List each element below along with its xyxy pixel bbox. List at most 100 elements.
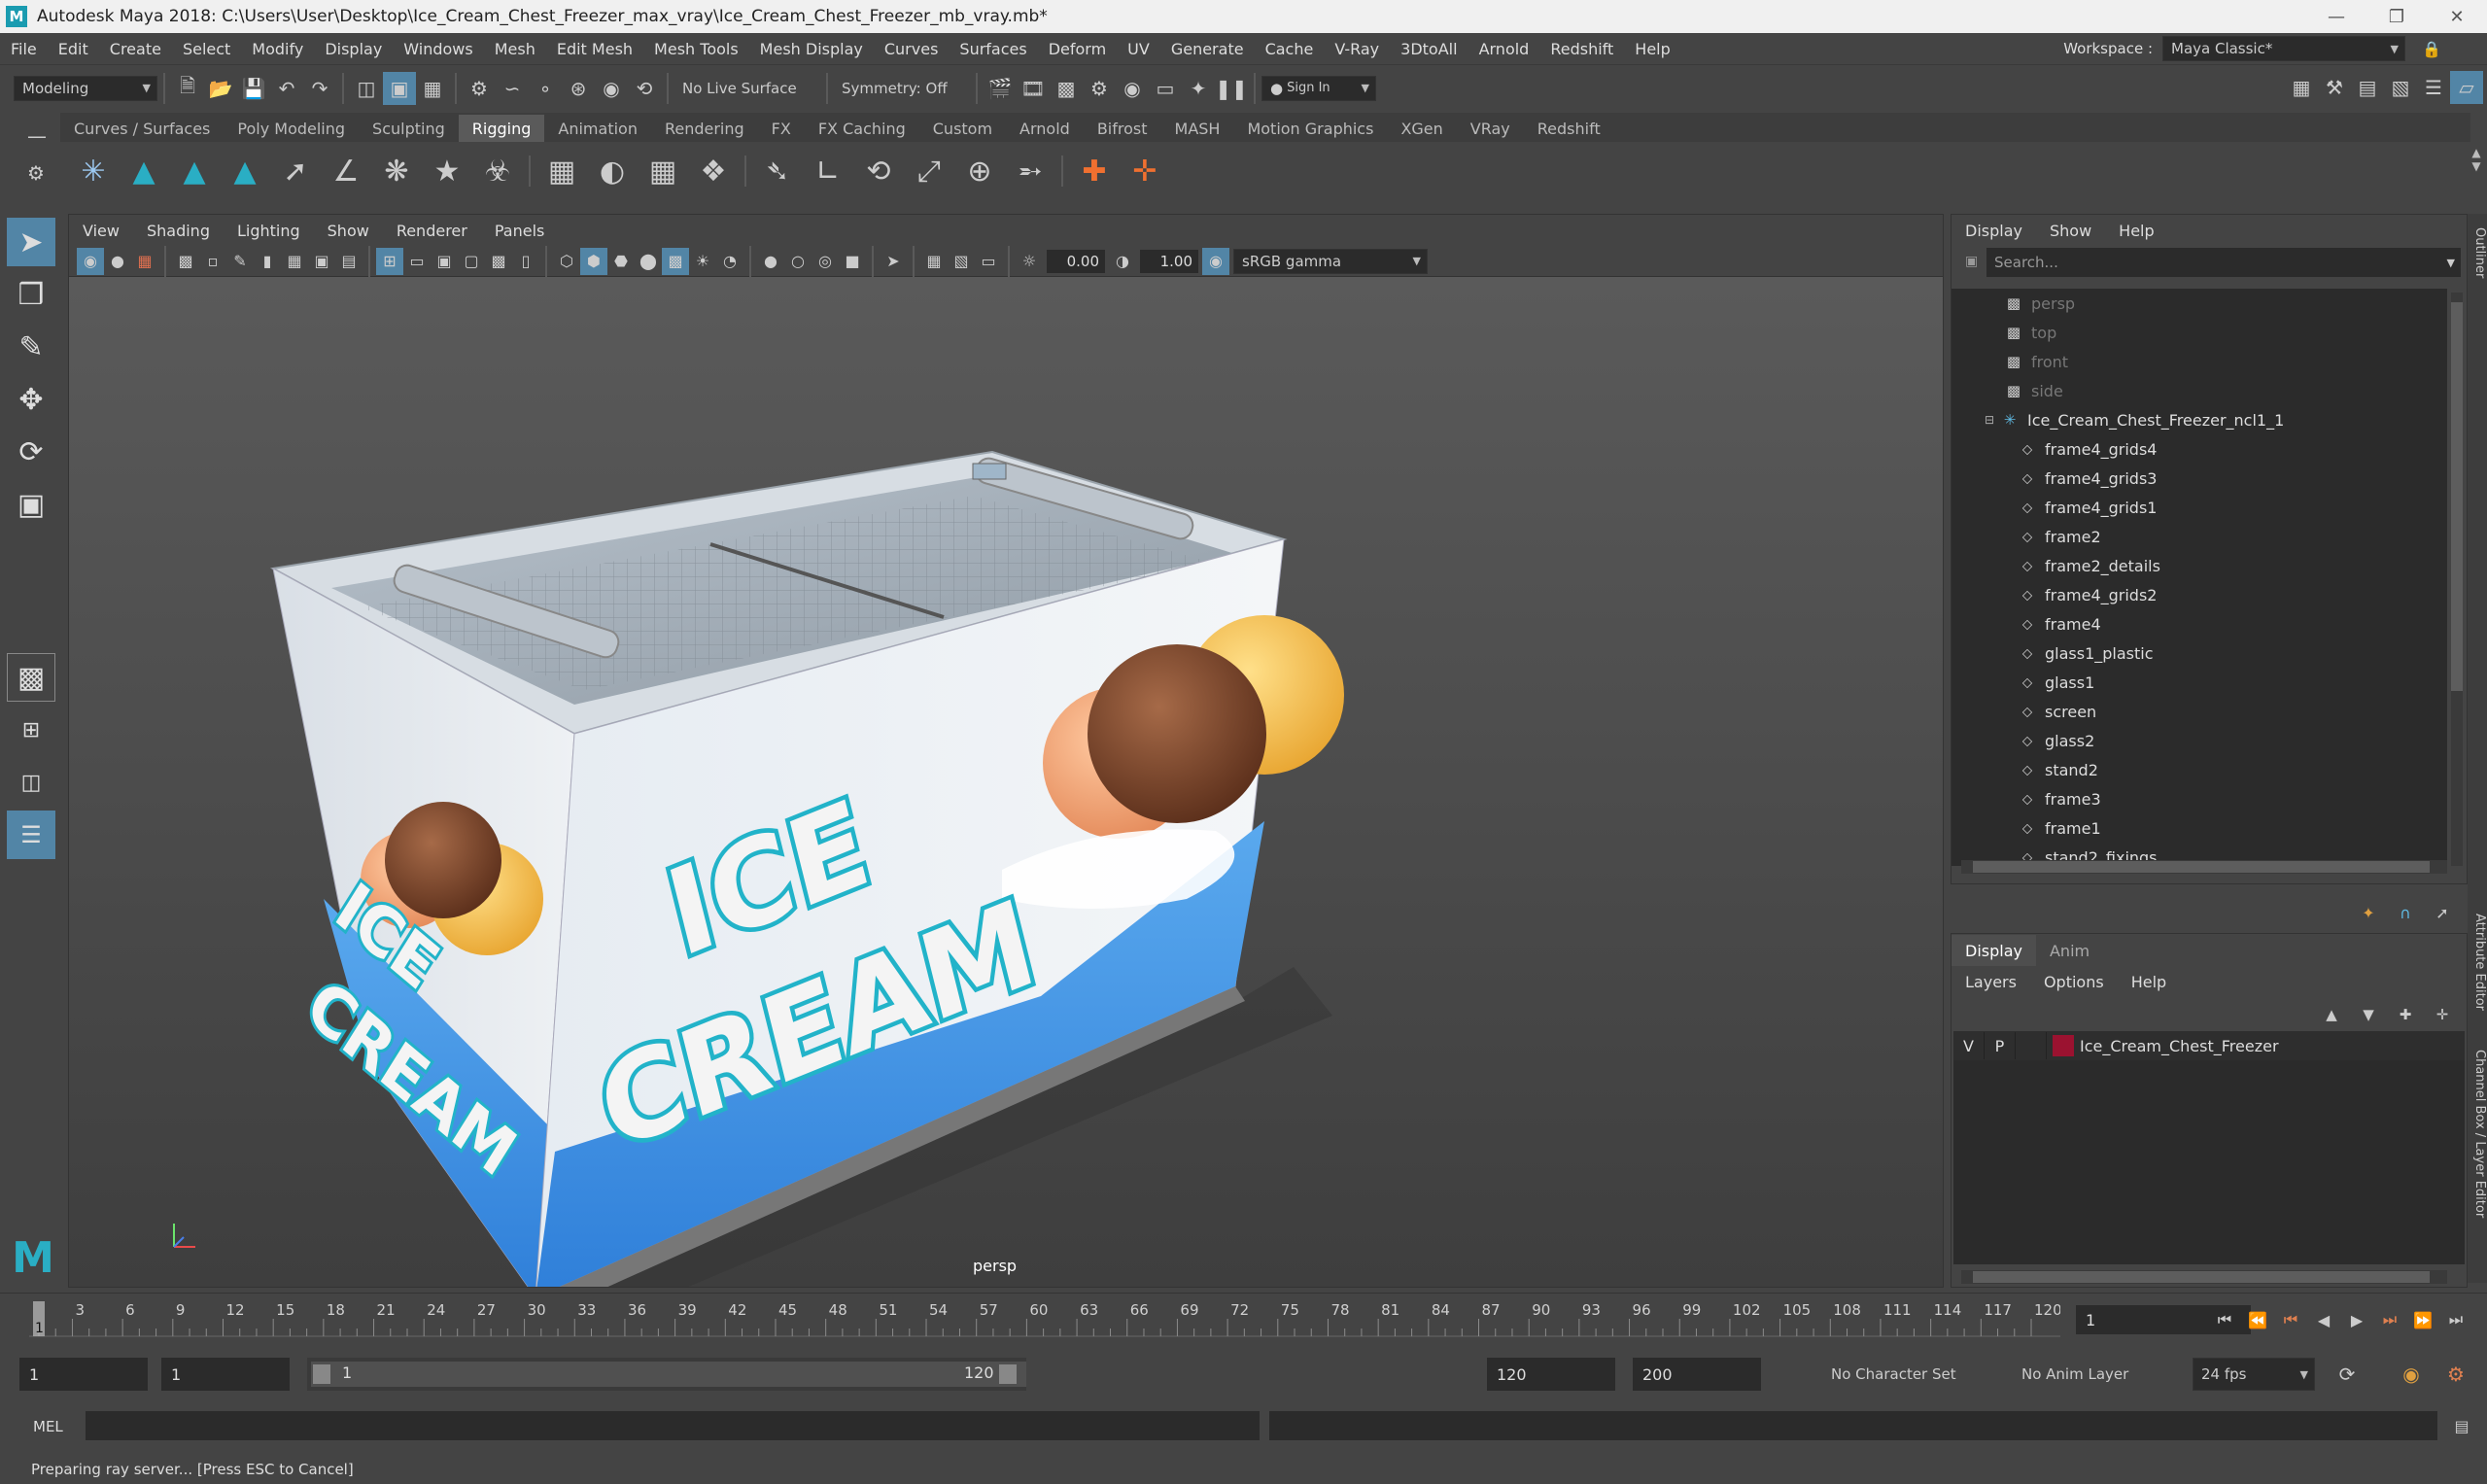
tab-curves-surfaces[interactable]: Curves / Surfaces [60,115,224,142]
tree-item-mesh[interactable]: ⬦ frame4_grids3 [1952,464,2447,493]
mode-dropdown[interactable]: Modeling ▼ [14,75,157,101]
character-controls-icon[interactable]: ⚒ [2318,71,2351,104]
paint-select-icon[interactable]: ✎ [7,323,55,371]
play-forward-icon[interactable]: ▶ [2340,1303,2373,1336]
menu-create[interactable]: Create [99,40,172,58]
outliner-menu-show[interactable]: Show [2036,222,2105,240]
grease-pencil-icon[interactable]: ✎ [226,248,254,275]
loop-icon[interactable]: ⟳ [2331,1358,2364,1391]
vp-menu-panels[interactable]: Panels [481,222,559,240]
menu-modify[interactable]: Modify [241,40,314,58]
layer-row[interactable]: V P Ice_Cream_Chest_Freezer [1953,1031,2465,1060]
vray-render-icon[interactable]: ✦ [1182,72,1215,105]
menu-surfaces[interactable]: Surfaces [949,40,1037,58]
xray-icon[interactable]: ➤ [880,248,907,275]
menu-cache[interactable]: Cache [1255,40,1325,58]
move-tool-icon[interactable]: ✥ [7,375,55,424]
anim-prefs-icon[interactable]: ⚙ [2439,1358,2472,1391]
field-chart-icon[interactable]: ▣ [431,248,458,275]
scroll-thumb[interactable] [2451,302,2463,691]
shadows-icon[interactable]: ☀ [689,248,716,275]
snap-view-icon[interactable]: ⊛ [562,72,595,105]
exposure-icon[interactable]: ☼ [1016,248,1043,275]
time-ruler[interactable]: 3 6 9 12 15 18 21 24 27 30 33 36 39 42 45 48 51 54 57 60 63 6… [29,1299,2060,1338]
tab-xgen[interactable]: XGen [1387,115,1456,142]
smooth-shade-icon[interactable]: ⬢ [580,247,607,275]
tree-item-mesh[interactable]: ⬦ screen [1952,697,2447,726]
outliner-vertical-scrollbar[interactable] [2451,293,2463,866]
xray-components-icon[interactable]: ▧ [948,248,975,275]
layer-menu-help[interactable]: Help [2118,973,2180,991]
menu-edit[interactable]: Edit [48,40,99,58]
outliner-menu-help[interactable]: Help [2105,222,2167,240]
tool-settings-icon[interactable]: ▧ [2384,71,2417,104]
menu-windows[interactable]: Windows [393,40,483,58]
range-end-handle[interactable] [999,1364,1017,1384]
menu-curves[interactable]: Curves [874,40,950,58]
shelf-scroll[interactable]: ▲ ▼ [2467,146,2486,204]
sculpt-deformer-icon[interactable]: ◐ [587,146,638,196]
outliner-horizontal-scrollbar[interactable] [1961,860,2447,874]
vp-menu-view[interactable]: View [69,222,133,240]
time-slider[interactable]: 3 6 9 12 15 18 21 24 27 30 33 36 39 42 45 48 51 54 57 60 63 6… [0,1293,2487,1343]
tab-fx[interactable]: FX [758,115,805,142]
step-back-key-icon[interactable]: ⏮ [2274,1303,2307,1336]
sign-in-button[interactable]: ● Sign In ▼ [1261,75,1376,101]
select-tool-icon[interactable]: ➤ [7,218,55,266]
bookmark-icon[interactable]: ▮ [254,248,281,275]
layer-display-type[interactable] [2016,1032,2047,1059]
menu-mesh-display[interactable]: Mesh Display [749,40,874,58]
lattice-icon[interactable]: ▦ [638,146,688,196]
point-constraint-icon[interactable]: ➴ [752,146,803,196]
close-icon[interactable]: ✕ [2427,0,2487,33]
snap-curve-icon[interactable]: ∽ [496,72,529,105]
menu-generate[interactable]: Generate [1160,40,1255,58]
tree-item-mesh[interactable]: ⬦ frame2 [1952,522,2447,551]
multisample-aa-icon[interactable]: ○ [784,248,812,275]
pause-icon[interactable]: ❚❚ [1215,72,1248,105]
menu-3dtoall[interactable]: 3DtoAll [1390,40,1468,58]
scale-constraint-icon[interactable]: ⤢ [904,146,954,196]
ipr-render-icon[interactable]: ▩ [1050,72,1083,105]
command-input[interactable] [86,1411,1260,1440]
select-object-icon[interactable]: ▣ [383,71,416,105]
step-forward-key-icon[interactable]: ⏭ [2373,1303,2406,1336]
backface-icon[interactable]: ▭ [975,248,1002,275]
camera-attributes-icon[interactable]: ● [104,248,131,275]
new-scene-icon[interactable]: 🗎 [171,72,204,105]
tab-rigging[interactable]: Rigging [458,115,545,142]
snap-point-icon[interactable]: ∘ [529,72,562,105]
menu-display[interactable]: Display [314,40,393,58]
new-layer-selected-icon[interactable]: ✛ [2426,998,2459,1031]
modeling-toolkit-icon[interactable]: ▦ [2285,71,2318,104]
locator-icon[interactable]: ✚ [1069,146,1120,196]
ik-spline-icon[interactable]: ∠ [321,146,371,196]
menu-redshift[interactable]: Redshift [1539,40,1624,58]
select-hierarchy-icon[interactable]: ◫ [350,72,383,105]
vp-menu-show[interactable]: Show [314,222,383,240]
textured-icon[interactable]: ⬤ [635,248,662,275]
paint-weights-icon[interactable]: ▦ [536,146,587,196]
gamma-field[interactable]: 1.00 [1140,249,1198,273]
cluster-handle-icon[interactable]: ✛ [1120,146,1170,196]
outliner-side-tab[interactable]: Outliner [2468,227,2487,278]
filter-icon[interactable]: ▣ [1965,254,1978,269]
bind-skin-icon[interactable]: ❋ [371,146,422,196]
lasso-tool-icon[interactable]: ❒ [7,270,55,319]
tree-item-mesh[interactable]: ⬦ frame4 [1952,609,2447,638]
tree-item-mesh[interactable]: ⬦ frame4_grids1 [1952,493,2447,522]
render-sequence-icon[interactable]: 🎞 [1017,72,1050,105]
ambient-occlusion-icon[interactable]: ◔ [716,248,743,275]
tree-item-mesh[interactable]: ⬦ glass1_plastic [1952,638,2447,668]
tree-item-mesh[interactable]: ⬦ frame4_grids2 [1952,580,2447,609]
tree-item-mesh[interactable]: ⬦ frame1 [1952,813,2447,843]
aim-constraint-icon[interactable]: ∟ [803,146,853,196]
step-forward-icon[interactable]: ⏩ [2406,1303,2439,1336]
layer-color-swatch[interactable] [2053,1035,2074,1056]
two-pane-icon[interactable]: ◫ [7,758,55,807]
menu-help[interactable]: Help [1624,40,1680,58]
workspace-dropdown[interactable]: Maya Classic* ▼ [2162,36,2405,61]
view-transform-dropdown[interactable]: sRGB gamma ▼ [1233,248,1428,274]
attribute-editor-icon[interactable]: ▤ [2351,71,2384,104]
wireframe-icon[interactable]: ⬡ [553,248,580,275]
